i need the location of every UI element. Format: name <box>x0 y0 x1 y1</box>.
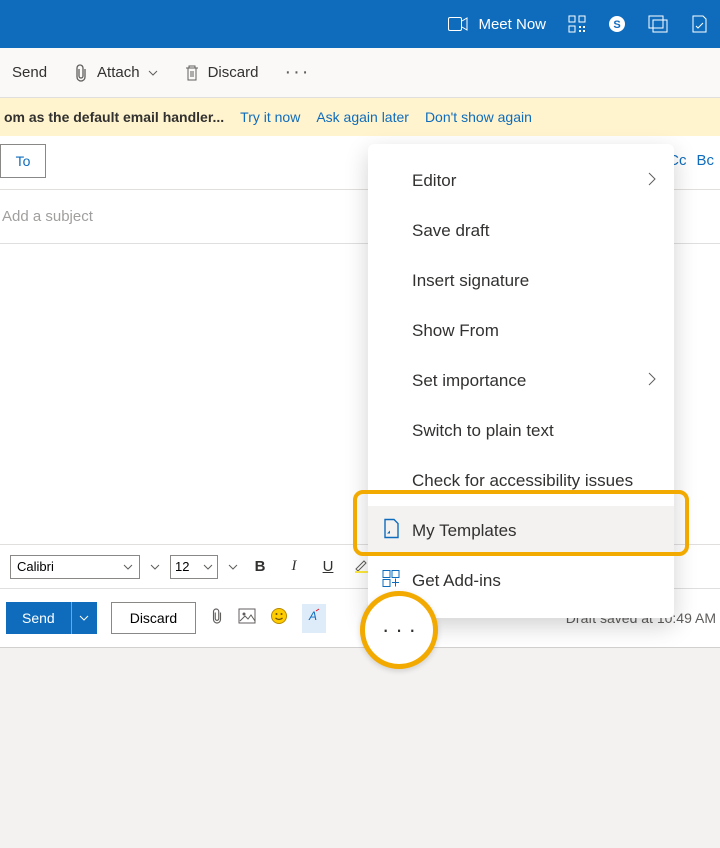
chevron-right-icon <box>648 171 656 191</box>
discard-label: Discard <box>208 64 259 81</box>
skype-icon[interactable]: S <box>608 15 626 33</box>
chevron-down-icon <box>203 564 213 570</box>
font-family-select[interactable]: Calibri <box>10 555 140 579</box>
notice-message: om as the default email handler... <box>4 109 224 125</box>
bold-button[interactable]: B <box>248 558 272 575</box>
emoji-icon <box>270 607 288 625</box>
app-header: Meet Now S <box>0 0 720 48</box>
send-options-button[interactable] <box>71 602 97 634</box>
toolbar-send-label: Send <box>12 64 47 81</box>
toolbar-more-button[interactable]: ··· <box>284 61 310 84</box>
font-color-icon: A <box>306 608 322 624</box>
discard-button[interactable]: Discard <box>184 64 259 82</box>
underline-button[interactable]: U <box>316 558 340 575</box>
menu-set-importance[interactable]: Set importance <box>368 356 674 406</box>
paperclip-icon <box>210 607 224 625</box>
default-handler-notice: om as the default email handler... Try i… <box>0 98 720 136</box>
to-button[interactable]: To <box>0 144 46 178</box>
formatting-toggle-button[interactable]: A <box>302 604 326 633</box>
ellipsis-icon[interactable]: ··· <box>382 617 422 643</box>
menu-plain-text-label: Switch to plain text <box>412 421 554 441</box>
svg-text:A: A <box>308 609 317 623</box>
notice-try-link[interactable]: Try it now <box>240 109 300 125</box>
menu-my-templates[interactable]: My Templates <box>368 506 674 556</box>
feedback-icon[interactable] <box>648 15 668 33</box>
video-icon <box>448 17 468 31</box>
meet-now-label: Meet Now <box>478 16 546 33</box>
menu-accessibility[interactable]: Check for accessibility issues <box>368 456 674 506</box>
image-icon <box>238 608 256 624</box>
paperclip-icon <box>73 64 89 82</box>
insert-image-button[interactable] <box>238 608 256 629</box>
attach-inline-button[interactable] <box>210 607 224 630</box>
notice-dont-link[interactable]: Don't show again <box>425 109 532 125</box>
menu-editor-label: Editor <box>412 171 456 191</box>
menu-my-templates-label: My Templates <box>412 521 517 541</box>
attach-label: Attach <box>97 64 140 81</box>
svg-text:S: S <box>613 19 620 31</box>
chevron-down-icon[interactable] <box>228 564 238 570</box>
menu-save-draft[interactable]: Save draft <box>368 206 674 256</box>
below-compose-area <box>0 648 720 848</box>
font-size-select[interactable]: 12 <box>170 555 218 579</box>
send-button[interactable]: Send <box>6 602 71 634</box>
chevron-down-icon <box>79 615 89 621</box>
template-icon <box>382 519 400 544</box>
menu-save-draft-label: Save draft <box>412 221 490 241</box>
italic-button[interactable]: I <box>282 558 306 575</box>
menu-show-from-label: Show From <box>412 321 499 341</box>
more-options-menu: Editor Save draft Insert signature Show … <box>368 144 674 618</box>
chevron-down-icon[interactable] <box>150 564 160 570</box>
compose-toolbar: Send Attach Discard ··· <box>0 48 720 98</box>
qr-icon[interactable] <box>568 15 586 33</box>
menu-show-from[interactable]: Show From <box>368 306 674 356</box>
chevron-down-icon <box>148 70 158 76</box>
font-family-value: Calibri <box>17 559 54 574</box>
meet-now-button[interactable]: Meet Now <box>448 16 546 33</box>
attach-button[interactable]: Attach <box>73 64 158 82</box>
menu-plain-text[interactable]: Switch to plain text <box>368 406 674 456</box>
emoji-button[interactable] <box>270 607 288 630</box>
menu-get-addins-label: Get Add-ins <box>412 571 501 591</box>
addins-icon <box>382 570 400 593</box>
notice-later-link[interactable]: Ask again later <box>316 109 409 125</box>
menu-insert-signature-label: Insert signature <box>412 271 529 291</box>
discard-button-secondary[interactable]: Discard <box>111 602 196 634</box>
chevron-down-icon <box>123 564 133 570</box>
highlight-ring-more: ··· <box>360 591 438 669</box>
menu-insert-signature[interactable]: Insert signature <box>368 256 674 306</box>
bcc-button[interactable]: Bc <box>696 152 714 169</box>
menu-editor[interactable]: Editor <box>368 156 674 206</box>
toolbar-send-button[interactable]: Send <box>4 64 47 81</box>
menu-set-importance-label: Set importance <box>412 371 526 391</box>
font-size-value: 12 <box>175 559 189 574</box>
todo-icon[interactable] <box>690 15 708 33</box>
trash-icon <box>184 64 200 82</box>
send-split-button: Send <box>6 602 97 634</box>
menu-accessibility-label: Check for accessibility issues <box>412 471 633 491</box>
chevron-right-icon <box>648 371 656 391</box>
